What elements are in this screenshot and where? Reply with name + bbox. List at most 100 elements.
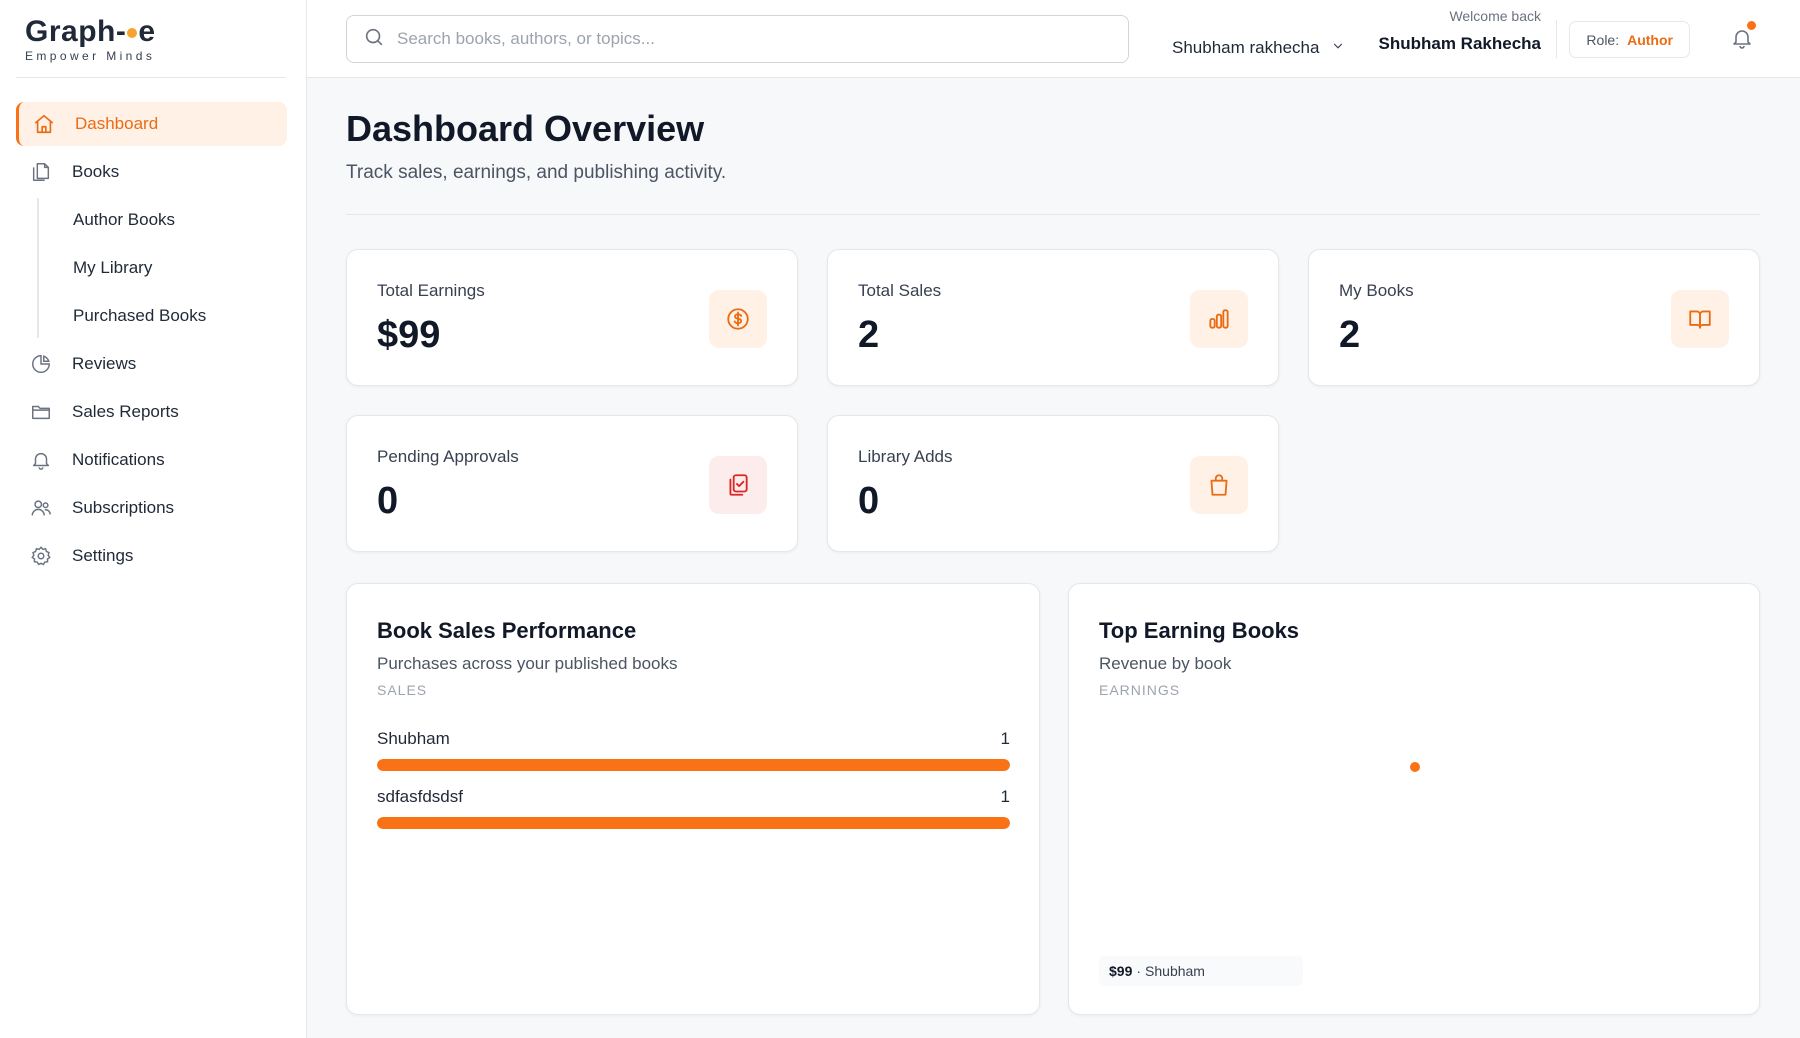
stat-value: $99 bbox=[377, 314, 441, 356]
stat-card-library-adds: Library Adds 0 bbox=[827, 415, 1279, 552]
sidebar-item-label: My Library bbox=[73, 258, 153, 277]
legend-amount: $99 bbox=[1109, 963, 1133, 979]
folder-icon bbox=[30, 401, 52, 423]
bell-icon bbox=[1730, 30, 1754, 54]
brand-name: Graph-e bbox=[25, 15, 156, 48]
app-shell: Graph-e Empower Minds Dashboard Books Au… bbox=[0, 0, 1800, 1038]
chevron-down-icon bbox=[1331, 38, 1345, 58]
sidebar-item-label: Dashboard bbox=[75, 114, 159, 133]
stat-value: 0 bbox=[377, 480, 399, 522]
bar-row-header: sdfasfdsdsf 1 bbox=[377, 787, 1010, 807]
bar-label: Shubham bbox=[377, 729, 450, 748]
divider bbox=[16, 77, 286, 78]
shopping-bag-icon bbox=[1190, 456, 1248, 514]
role-label: Role: bbox=[1586, 31, 1620, 48]
sidebar-item-books[interactable]: Books bbox=[16, 150, 287, 194]
stat-label: My Books bbox=[1339, 281, 1414, 300]
welcome-name: Shubham Rakhecha bbox=[1378, 34, 1542, 53]
sidebar-item-label: Reviews bbox=[72, 354, 137, 373]
dollar-circle-icon bbox=[709, 290, 767, 348]
stat-card-total-sales: Total Sales 2 bbox=[827, 249, 1279, 386]
sidebar-item-label: Subscriptions bbox=[72, 498, 175, 517]
stat-label: Pending Approvals bbox=[377, 447, 519, 466]
search-icon bbox=[363, 26, 385, 53]
stat-card-total-earnings: Total Earnings $99 bbox=[346, 249, 798, 386]
panel-subtitle: Revenue by book bbox=[1099, 654, 1232, 673]
pie-chart-icon bbox=[30, 353, 52, 375]
bar-value-label: 1 bbox=[1000, 729, 1010, 748]
books-submenu: Author Books My Library Purchased Books bbox=[37, 198, 287, 338]
role-badge: Role: Author bbox=[1569, 21, 1690, 58]
stat-card-pending-approvals: Pending Approvals 0 bbox=[346, 415, 798, 552]
open-book-icon bbox=[1671, 290, 1729, 348]
bar-value-label: 1 bbox=[1000, 787, 1010, 806]
sidebar-nav: Dashboard Books Author Books My Library … bbox=[16, 102, 287, 582]
sidebar-item-sales-reports[interactable]: Sales Reports bbox=[16, 390, 287, 434]
panel-title: Book Sales Performance bbox=[377, 618, 637, 643]
clipboard-check-icon bbox=[709, 456, 767, 514]
panel-subtitle: Purchases across your published books bbox=[377, 654, 678, 673]
bell-icon bbox=[30, 449, 52, 471]
bar-label: sdfasfdsdsf bbox=[377, 787, 463, 806]
divider bbox=[1556, 20, 1557, 58]
sidebar-item-notifications[interactable]: Notifications bbox=[16, 438, 287, 482]
bar-row-header: Shubham 1 bbox=[377, 729, 1010, 749]
main-area: Shubham rakhecha Welcome back Shubham Ra… bbox=[307, 0, 1800, 1038]
page-title: Dashboard Overview bbox=[346, 108, 705, 149]
sidebar-item-subscriptions[interactable]: Subscriptions bbox=[16, 486, 287, 530]
dashboard-content: Dashboard Overview Track sales, earnings… bbox=[346, 108, 1760, 1015]
bar-row: sdfasfdsdsf 1 bbox=[377, 787, 1010, 829]
sidebar-item-author-books[interactable]: Author Books bbox=[39, 198, 287, 242]
sidebar-item-settings[interactable]: Settings bbox=[16, 534, 287, 578]
legend-item: $99 · Shubham bbox=[1099, 956, 1303, 986]
sidebar-item-label: Books bbox=[72, 162, 120, 181]
stat-card-my-books: My Books 2 bbox=[1308, 249, 1760, 386]
stat-value: 0 bbox=[858, 480, 880, 522]
stat-value: 2 bbox=[1339, 314, 1361, 356]
bar-track bbox=[377, 817, 1010, 829]
brand-tagline: Empower Minds bbox=[25, 49, 156, 63]
sidebar: Graph-e Empower Minds Dashboard Books Au… bbox=[0, 0, 307, 1038]
panel-caption: EARNINGS bbox=[1099, 682, 1181, 698]
sidebar-item-label: Settings bbox=[72, 546, 134, 565]
sidebar-item-label: Purchased Books bbox=[73, 306, 207, 325]
sidebar-item-my-library[interactable]: My Library bbox=[39, 246, 287, 290]
sidebar-item-label: Notifications bbox=[72, 450, 165, 469]
bar bbox=[377, 817, 1010, 829]
legend-book: Shubham bbox=[1145, 963, 1205, 979]
search-input[interactable] bbox=[397, 29, 1097, 49]
page-subtitle: Track sales, earnings, and publishing ac… bbox=[346, 162, 727, 183]
sidebar-item-dashboard[interactable]: Dashboard bbox=[16, 102, 287, 146]
copy-icon bbox=[30, 161, 52, 183]
user-select-label: Shubham rakhecha bbox=[1172, 38, 1320, 57]
top-earning-books-panel: Top Earning Books Revenue by book EARNIN… bbox=[1068, 583, 1760, 1015]
stat-label: Total Earnings bbox=[377, 281, 485, 300]
panel-title: Top Earning Books bbox=[1099, 618, 1300, 643]
divider bbox=[346, 214, 1760, 215]
users-icon bbox=[30, 497, 52, 519]
welcome-label: Welcome back bbox=[1449, 8, 1541, 24]
book-sales-performance-panel: Book Sales Performance Purchases across … bbox=[346, 583, 1040, 1015]
panel-caption: SALES bbox=[377, 682, 428, 698]
sidebar-item-label: Author Books bbox=[73, 210, 176, 229]
role-value: Author bbox=[1627, 31, 1673, 48]
search-bar[interactable] bbox=[346, 15, 1129, 63]
sidebar-item-reviews[interactable]: Reviews bbox=[16, 342, 287, 386]
bar-chart-icon bbox=[1190, 290, 1248, 348]
sidebar-item-label: Sales Reports bbox=[72, 402, 179, 421]
stat-label: Library Adds bbox=[858, 447, 953, 466]
home-icon bbox=[33, 113, 55, 135]
pie-slice bbox=[1410, 762, 1420, 772]
bar bbox=[377, 759, 1010, 771]
gear-icon bbox=[30, 545, 52, 567]
welcome-block: Welcome back Shubham Rakhecha bbox=[1379, 8, 1542, 54]
unread-badge bbox=[1747, 21, 1756, 30]
notifications-button[interactable] bbox=[1730, 21, 1756, 50]
stat-value: 2 bbox=[858, 314, 880, 356]
brand-logo[interactable]: Graph-e Empower Minds bbox=[25, 15, 156, 64]
bar-track bbox=[377, 759, 1010, 771]
stat-label: Total Sales bbox=[858, 281, 942, 300]
bar-row: Shubham 1 bbox=[377, 729, 1010, 771]
user-select-dropdown[interactable]: Shubham rakhecha bbox=[1172, 38, 1345, 58]
sidebar-item-purchased-books[interactable]: Purchased Books bbox=[39, 294, 287, 338]
